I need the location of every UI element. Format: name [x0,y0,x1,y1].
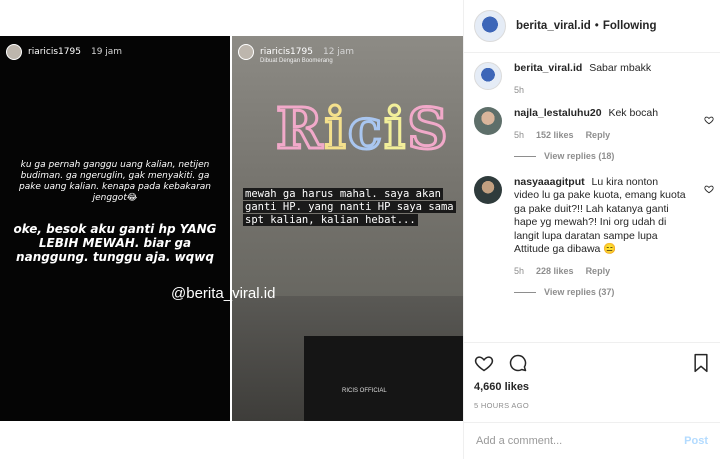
view-replies-button[interactable]: View replies (18) [514,150,686,164]
comment-meta: 5h 228 likes Reply [514,265,686,279]
comment-line: najla_lestaluhu20 Kek bocah [514,107,686,121]
comment-time[interactable]: 5h [514,265,524,279]
story-caption-text: mewah ga harus mahal. saya akan ganti HP… [243,188,456,226]
comment-meta: 5h 152 likes Reply [514,129,686,143]
comments-list: berita_viral.id Sabar mbakk 5h najla_les… [474,62,714,300]
avatar[interactable] [474,10,506,42]
story-caption: mewah ga harus mahal. saya akan ganti HP… [243,188,457,227]
comment-username[interactable]: najla_lestaluhu20 [514,107,602,119]
bookmark-icon[interactable] [692,353,710,373]
comment-item: najla_lestaluhu20 Kek bocah 5h 152 likes… [474,107,714,164]
caption-username[interactable]: berita_viral.id [514,62,582,74]
view-replies-label: View replies (18) [544,151,615,161]
post-media[interactable]: riaricis1795 19 jam ku ga pernah ganggu … [0,0,463,459]
reply-button[interactable]: Reply [586,265,611,279]
header-username[interactable]: berita_viral.id [516,20,591,32]
replies-line [514,156,536,158]
caption-time[interactable]: 5h [514,84,524,98]
watermark: @berita_viral.id [171,285,276,302]
following-button[interactable]: Following [603,20,657,32]
comment-likes[interactable]: 152 likes [536,129,574,143]
comment-input[interactable] [476,435,685,447]
like-comment-heart-icon[interactable] [704,115,714,125]
story-text-small: ku ga pernah ganggu uang kalian, netijen… [18,160,211,203]
neon-sign: RiciS [275,95,450,164]
neon-letter: i [323,95,348,164]
add-comment-bar: Post [464,422,720,459]
likes-count[interactable]: 4,660 likes [474,381,710,393]
neon-letter: i [382,95,408,164]
dark-object [304,336,463,421]
post-button[interactable]: Post [684,435,708,447]
like-comment-heart-icon[interactable] [704,184,714,194]
youtube-badge: RICIS OFFICIAL [342,388,387,394]
replies-line [514,292,536,294]
story-time: 12 jam [322,47,355,57]
caption-line: berita_viral.id Sabar mbakk [514,62,651,76]
boomerang-label: Dibuat Dengan Boomerang [260,58,333,64]
separator-dot: • [594,20,599,32]
post-actions: 4,660 likes 5 HOURS AGO [464,342,720,414]
avatar[interactable] [474,107,502,135]
view-replies-label: View replies (37) [544,287,615,297]
story-avatar [6,44,22,60]
comment-item: nasyaaagitput Lu kira nonton video lu ga… [474,175,714,300]
comment-bubble-icon[interactable] [508,353,528,373]
avatar[interactable] [474,175,502,204]
story-text-big: oke, besok aku ganti hp YANG LEBIH MEWAH… [13,222,217,264]
action-bar [474,353,710,373]
post-sidebar: berita_viral.id • Following berita_viral… [463,0,720,459]
comment-username[interactable]: nasyaaagitput [514,176,585,188]
view-replies-button[interactable]: View replies (37) [514,286,686,300]
story-screenshot-left: riaricis1795 19 jam ku ga pernah ganggu … [0,36,230,421]
caption-meta: 5h [514,84,651,98]
background-wall [232,36,463,296]
caption-item: berita_viral.id Sabar mbakk 5h [474,62,714,97]
story-username: riaricis1795 [260,47,313,57]
comment-text: Kek bocah [608,107,659,119]
story-username: riaricis1795 [28,47,81,57]
like-heart-icon[interactable] [474,353,494,373]
comment-time[interactable]: 5h [514,129,524,143]
neon-letter: S [406,95,450,164]
caption-text: Sabar mbakk [589,62,652,74]
post-header: berita_viral.id • Following [464,0,720,53]
reply-button[interactable]: Reply [586,129,611,143]
neon-letter: c [346,95,384,164]
story-screenshot-right: riaricis1795 12 jam Dibuat Dengan Boomer… [232,36,463,421]
post-time[interactable]: 5 HOURS AGO [474,401,710,410]
avatar[interactable] [474,62,502,90]
story-header: riaricis1795 19 jam [6,44,122,60]
comment-line: nasyaaagitput Lu kira nonton video lu ga… [514,176,686,257]
comment-likes[interactable]: 228 likes [536,265,574,279]
story-avatar [238,44,254,60]
neon-letter: R [275,95,325,164]
story-time: 19 jam [90,47,123,57]
